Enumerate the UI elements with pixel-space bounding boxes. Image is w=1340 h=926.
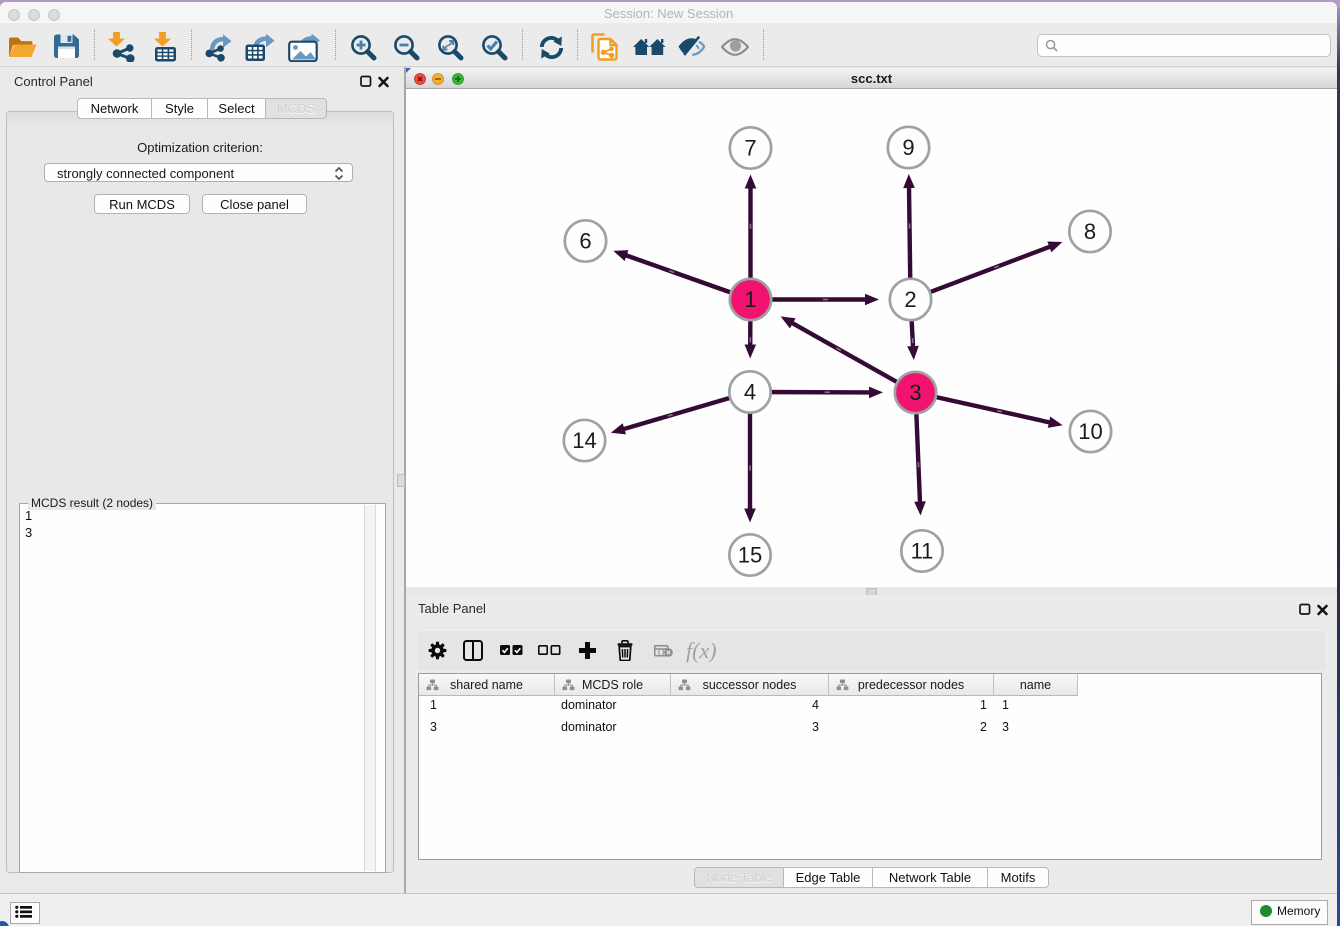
svg-text:8: 8 <box>1084 219 1096 244</box>
svg-text:7: 7 <box>744 136 756 161</box>
svg-text:f(x): f(x) <box>686 639 717 663</box>
svg-text:2: 2 <box>904 287 916 312</box>
svg-text:1: 1 <box>744 287 756 312</box>
svg-text:11: 11 <box>911 539 934 564</box>
svg-text:9: 9 <box>902 135 914 160</box>
svg-text:10: 10 <box>1078 419 1102 444</box>
svg-text:6: 6 <box>579 229 591 254</box>
svg-text:4: 4 <box>744 380 756 405</box>
svg-text:14: 14 <box>572 428 596 453</box>
svg-text:3: 3 <box>909 380 921 405</box>
svg-text:15: 15 <box>738 543 762 568</box>
